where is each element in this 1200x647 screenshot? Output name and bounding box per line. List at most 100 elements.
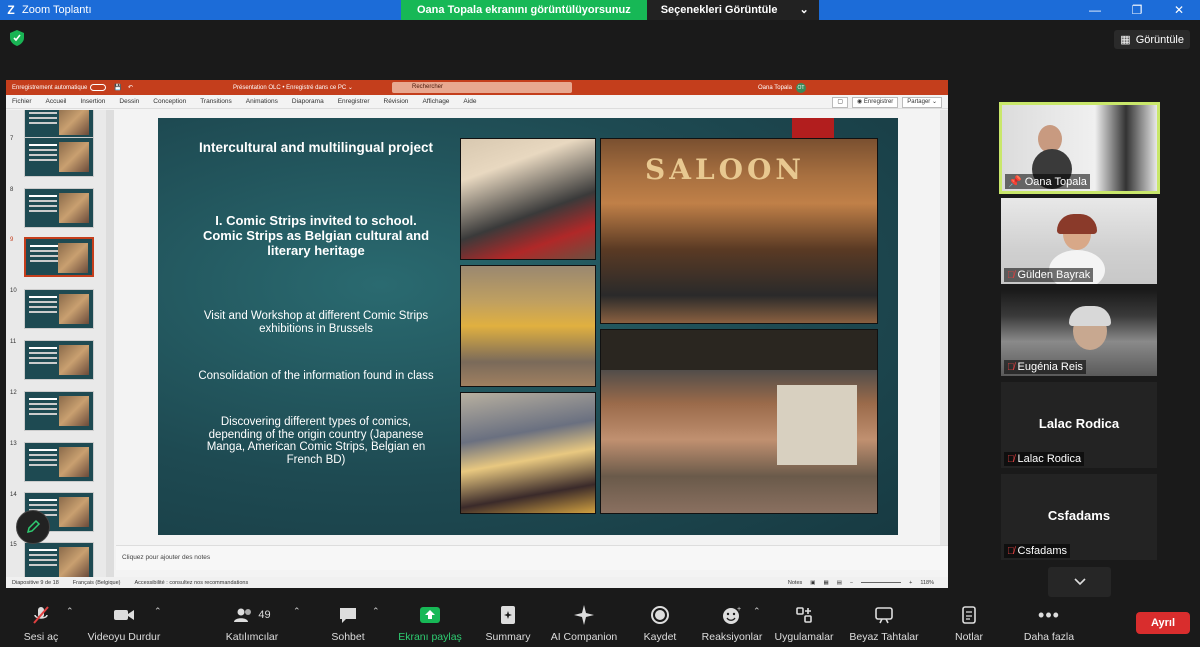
document-title[interactable]: Présentation OLC • Enregistré dans ce PC… — [233, 84, 353, 91]
menu-affichage[interactable]: Affichage — [422, 98, 449, 105]
zoom-in-icon[interactable]: + — [909, 580, 912, 586]
slide-canvas: Intercultural and multilingual project I… — [116, 110, 940, 545]
ppt-title-bar: Enregistrement automatique 💾 ↶ Présentat… — [6, 80, 948, 95]
slide-thumbnail[interactable] — [24, 340, 94, 380]
annotate-pen-button[interactable] — [16, 510, 50, 544]
reading-view-icon[interactable]: ▤ — [837, 580, 842, 586]
participant-tile[interactable]: Lalac Rodica 🎙̸ Lalac Rodica — [1001, 382, 1157, 468]
menu-animations[interactable]: Animations — [246, 98, 278, 105]
restore-icon[interactable]: ❐ — [1116, 0, 1158, 20]
menu-conception[interactable]: Conception — [153, 98, 186, 105]
photo-children-museum — [460, 138, 596, 260]
menu-aide[interactable]: Aide — [463, 98, 476, 105]
menu-enregistrer[interactable]: Enregistrer — [338, 98, 370, 105]
ai-companion-button[interactable]: AI Companion — [546, 604, 622, 643]
menu-dessin[interactable]: Dessin — [119, 98, 139, 105]
menu-diaporama[interactable]: Diaporama — [292, 98, 324, 105]
photo-comic-statue — [460, 265, 596, 387]
share-screen-button[interactable]: Ekranı paylaş — [396, 604, 464, 643]
zoom-level[interactable]: 118% — [920, 580, 934, 586]
slide-thumbnail[interactable] — [24, 137, 94, 177]
ppt-user[interactable]: Oana Topala OT — [758, 82, 806, 93]
pen-icon — [26, 519, 41, 534]
participant-tile[interactable]: 🎙̸ Eugénia Reis — [1001, 290, 1157, 376]
chat-button[interactable]: Sohbet — [325, 604, 371, 643]
shared-screen: Enregistrement automatique 💾 ↶ Présentat… — [6, 80, 948, 588]
slide-number: 9 — [10, 237, 14, 243]
menu-accueil[interactable]: Accueil — [46, 98, 67, 105]
window-controls: — ❐ ✕ — [1074, 0, 1200, 20]
record-icon — [640, 604, 680, 626]
caret-up-icon[interactable]: ⌃ — [154, 606, 162, 617]
menu-fichier[interactable]: Fichier — [12, 98, 32, 105]
ppt-status-bar: Diapositive 9 de 18 Français (Belgique) … — [6, 577, 948, 588]
notes-button[interactable]: Notlar — [948, 604, 990, 643]
apps-button[interactable]: Uygulamalar — [772, 604, 836, 643]
notes-toggle[interactable]: Notes — [788, 580, 802, 586]
language-indicator[interactable]: Français (Belgique) — [73, 580, 121, 586]
red-accent — [792, 118, 834, 138]
shield-icon[interactable] — [10, 30, 24, 46]
undo-icon[interactable]: ↶ — [128, 84, 133, 91]
view-button[interactable]: ▦ Görüntüle — [1114, 30, 1190, 49]
normal-view-icon[interactable]: ▣ — [810, 580, 815, 586]
slide-thumbnail[interactable] — [24, 391, 94, 431]
ppt-ribbon-tabs: Fichier Accueil Insertion Dessin Concept… — [6, 95, 948, 109]
slide-thumbnails: 7 8 9 10 11 12 13 14 15 — [6, 110, 106, 578]
close-icon[interactable]: ✕ — [1158, 0, 1200, 20]
save-icon[interactable]: 💾 — [114, 84, 121, 91]
avatar: OT — [795, 82, 806, 93]
record-button[interactable]: Kaydet — [640, 604, 680, 643]
sparkle-icon — [546, 604, 622, 626]
slide-thumbnail[interactable] — [24, 442, 94, 482]
caret-up-icon[interactable]: ⌃ — [66, 606, 74, 617]
caret-up-icon[interactable]: ⌃ — [372, 606, 380, 617]
slide-thumbnail-selected[interactable] — [24, 237, 94, 277]
ppt-user-name: Oana Topala — [758, 84, 792, 91]
photo-saloon: SALOON — [600, 138, 878, 324]
slide-sorter-icon[interactable]: ▦ — [823, 580, 828, 586]
leave-button[interactable]: Ayrıl — [1136, 612, 1190, 634]
scroll-participants-button[interactable] — [1048, 567, 1111, 597]
more-button[interactable]: ••• Daha fazla — [1018, 604, 1080, 644]
whiteboard-icon — [848, 604, 920, 626]
menu-revision[interactable]: Révision — [384, 98, 409, 105]
share-banner: Oana Topala ekranını görüntülüyorsunuz S… — [401, 0, 819, 20]
slide-thumbnail[interactable] — [24, 542, 94, 578]
record-button[interactable]: ◉ Enregistrer — [852, 97, 899, 108]
participant-tile[interactable]: Csfadams 🎙̸ Csfadams — [1001, 474, 1157, 560]
minimize-icon[interactable]: — — [1074, 0, 1116, 20]
current-slide[interactable]: Intercultural and multilingual project I… — [158, 118, 898, 535]
photo-western-exhibit — [600, 329, 878, 514]
slide-thumbnail[interactable] — [24, 289, 94, 329]
caret-up-icon[interactable]: ⌃ — [753, 606, 761, 617]
view-button-label: Görüntüle — [1135, 33, 1184, 46]
participant-tile-active-speaker[interactable]: 📌 Oana Topala — [999, 102, 1160, 194]
slide-thumbnail[interactable] — [24, 188, 94, 228]
slide-thumbnail[interactable] — [24, 110, 94, 140]
comment-icon[interactable]: ▢ — [832, 97, 849, 108]
ppt-search-input[interactable]: Rechercher — [392, 82, 572, 93]
autosave-toggle[interactable]: Enregistrement automatique — [12, 84, 107, 91]
zoom-out-icon[interactable]: − — [850, 580, 853, 586]
caret-up-icon[interactable]: ⌃ — [293, 606, 301, 617]
menu-transitions[interactable]: Transitions — [200, 98, 232, 105]
apps-icon — [772, 604, 836, 626]
whiteboards-button[interactable]: Beyaz Tahtalar — [848, 604, 920, 643]
view-options-button[interactable]: Seçenekleri Görüntüle ⌄ — [646, 0, 819, 20]
menu-insertion[interactable]: Insertion — [80, 98, 105, 105]
mic-off-icon: 🎙̸ — [1007, 453, 1015, 465]
notes-pane[interactable]: Cliquez pour ajouter des notes — [116, 545, 948, 570]
participant-display-name: Lalac Rodica — [1038, 416, 1120, 431]
zoom-slider[interactable] — [861, 582, 902, 583]
participants-button[interactable]: 49 Katılımcılar — [222, 604, 282, 643]
slide-bullet: Discovering different types of comics, d… — [206, 416, 426, 466]
unmute-button[interactable]: Sesi aç — [14, 604, 68, 643]
thumbnail-scrollbar[interactable] — [106, 110, 114, 578]
slide-scrollbar[interactable] — [940, 110, 948, 545]
participant-tile[interactable]: 🎙̸ Gülden Bayrak — [1001, 198, 1157, 284]
accessibility-status[interactable]: Accessibilité : consultez nos recommanda… — [134, 580, 248, 586]
share-ppt-button[interactable]: Partager ⌄ — [902, 97, 942, 108]
stop-video-button[interactable]: Videoyu Durdur — [84, 604, 164, 643]
summary-button[interactable]: Summary — [482, 604, 534, 643]
